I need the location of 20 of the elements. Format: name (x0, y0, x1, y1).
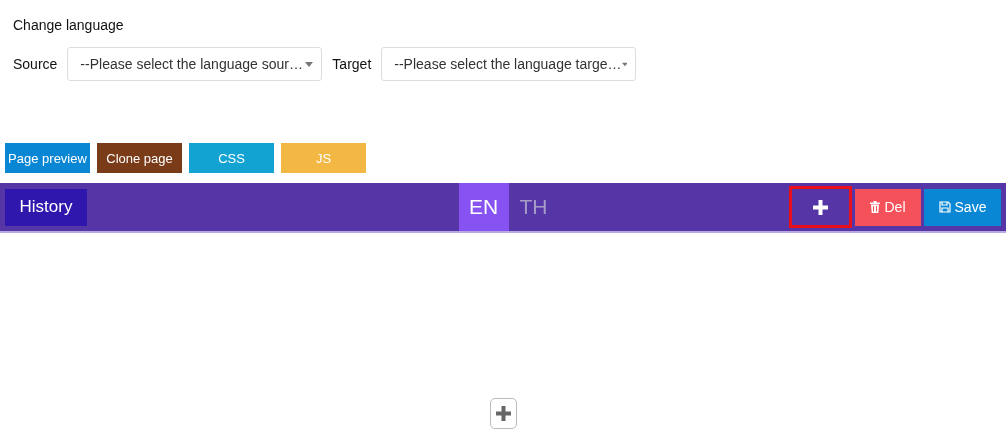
action-button[interactable]: Clone page (97, 143, 182, 173)
save-button[interactable]: Save (924, 188, 1001, 226)
add-button[interactable] (789, 186, 852, 228)
plus-icon (813, 199, 828, 215)
history-button[interactable]: History (5, 188, 87, 226)
source-select[interactable]: --Please select the language sour… (67, 47, 323, 81)
delete-button[interactable]: Del (855, 188, 921, 226)
target-select[interactable]: --Please select the language targe… (381, 47, 637, 81)
field-label: Target (332, 56, 372, 72)
add-block-button[interactable] (489, 398, 517, 429)
plus-icon (495, 406, 511, 421)
action-button[interactable]: CSS (189, 143, 274, 173)
field-label: Source (13, 56, 58, 72)
section-heading: Change language (13, 17, 124, 33)
language-tab[interactable]: TH (508, 183, 559, 231)
caret-icon (621, 61, 628, 67)
caret-icon (305, 61, 314, 67)
action-button[interactable]: Page preview (5, 143, 90, 173)
trash-icon (870, 201, 881, 213)
language-tab[interactable]: EN (458, 183, 509, 231)
